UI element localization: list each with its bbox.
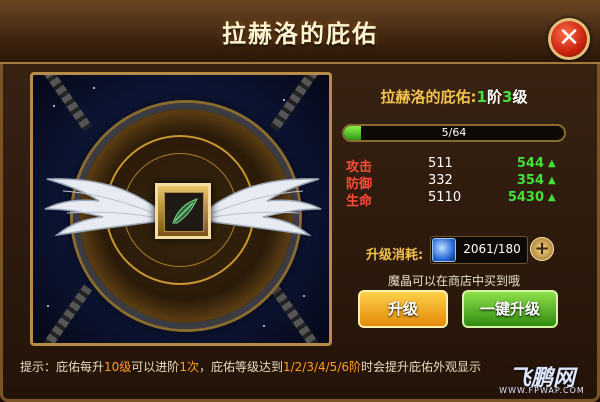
hint-highlight: 1/2/3/4/5/6阶 xyxy=(282,360,361,374)
hint-highlight: 10级 xyxy=(104,360,132,374)
hint-text: 提示：庇佑每升10级可以进阶1次，庇佑等级达到1/2/3/4/5/6阶时会提升庇… xyxy=(20,358,500,375)
watermark-url: WWW.FPWAP.COM xyxy=(499,386,585,395)
upgrade-cost-label: 升级消耗: xyxy=(366,248,424,263)
stat-row-attack: 攻击 511 544 ▲ xyxy=(346,156,562,175)
right-wing-icon xyxy=(204,178,322,237)
title-bar: 拉赫洛的庇佑 ✕ xyxy=(0,0,600,64)
shop-tip: 魔晶可以在商店中买到哦 xyxy=(387,274,520,288)
magic-crystal-icon[interactable] xyxy=(432,238,456,262)
stage-word: 阶 xyxy=(486,88,502,106)
stat-next: 544 xyxy=(516,156,544,171)
hint-part: 提示：庇佑每升 xyxy=(20,360,105,374)
stats-list: 攻击 511 544 ▲ 防御 332 354 ▲ 生命 5110 5430 ▲ xyxy=(346,156,562,209)
progress-text: 5/64 xyxy=(441,126,467,139)
chain-decoration xyxy=(43,284,93,343)
blessing-emblem xyxy=(155,183,211,239)
blessing-artwork xyxy=(30,72,332,346)
add-crystal-button[interactable]: + xyxy=(530,237,554,261)
dragon-feather-icon xyxy=(172,198,198,224)
level-progress-bar: 5/64 xyxy=(342,124,566,142)
close-button[interactable]: ✕ xyxy=(548,18,590,60)
stat-next: 5430 xyxy=(507,190,544,205)
up-arrow-icon: ▲ xyxy=(548,158,556,169)
hint-part: 可以进阶 xyxy=(131,360,180,374)
upgrade-button[interactable]: 升级 xyxy=(358,290,448,328)
chain-decoration xyxy=(269,75,319,132)
chain-decoration xyxy=(43,75,93,132)
stat-current: 511 xyxy=(428,156,453,171)
stat-current: 5110 xyxy=(428,190,462,205)
stat-row-hp: 生命 5110 5430 ▲ xyxy=(346,190,562,209)
plus-icon: + xyxy=(534,238,550,259)
upgrade-cost-value: 2061/180 xyxy=(463,242,521,256)
chain-decoration xyxy=(269,284,319,343)
blessing-name: 拉赫洛的庇佑 xyxy=(380,88,471,106)
up-arrow-icon: ▲ xyxy=(548,175,556,186)
stage-number: 1 xyxy=(476,88,487,106)
level-number: 3 xyxy=(502,88,513,106)
up-arrow-icon: ▲ xyxy=(548,192,556,203)
close-icon: ✕ xyxy=(558,23,580,53)
one-click-upgrade-button[interactable]: 一键升级 xyxy=(462,290,558,328)
hint-highlight: 1次 xyxy=(179,360,199,374)
stat-row-defense: 防御 332 354 ▲ xyxy=(346,173,562,192)
site-watermark: 飞鹏网 WWW.FPWAP.COM xyxy=(488,360,596,400)
stat-label: 生命 xyxy=(346,194,373,209)
level-word: 级 xyxy=(512,88,528,106)
hint-part: 时会提升庇佑外观显示 xyxy=(361,360,482,374)
hint-part: ，庇佑等级达到 xyxy=(198,360,283,374)
stat-current: 332 xyxy=(428,173,453,188)
dialog-title: 拉赫洛的庇佑 xyxy=(222,20,378,48)
stat-next: 354 xyxy=(516,173,544,188)
left-wing-icon xyxy=(44,178,162,237)
blessing-name-level: 拉赫洛的庇佑:1阶3级 xyxy=(334,86,574,107)
upgrade-cost-box: 2061/180 xyxy=(430,236,528,264)
blessing-info-panel: 拉赫洛的庇佑:1阶3级 5/64 攻击 511 544 ▲ 防御 332 354… xyxy=(334,72,574,340)
